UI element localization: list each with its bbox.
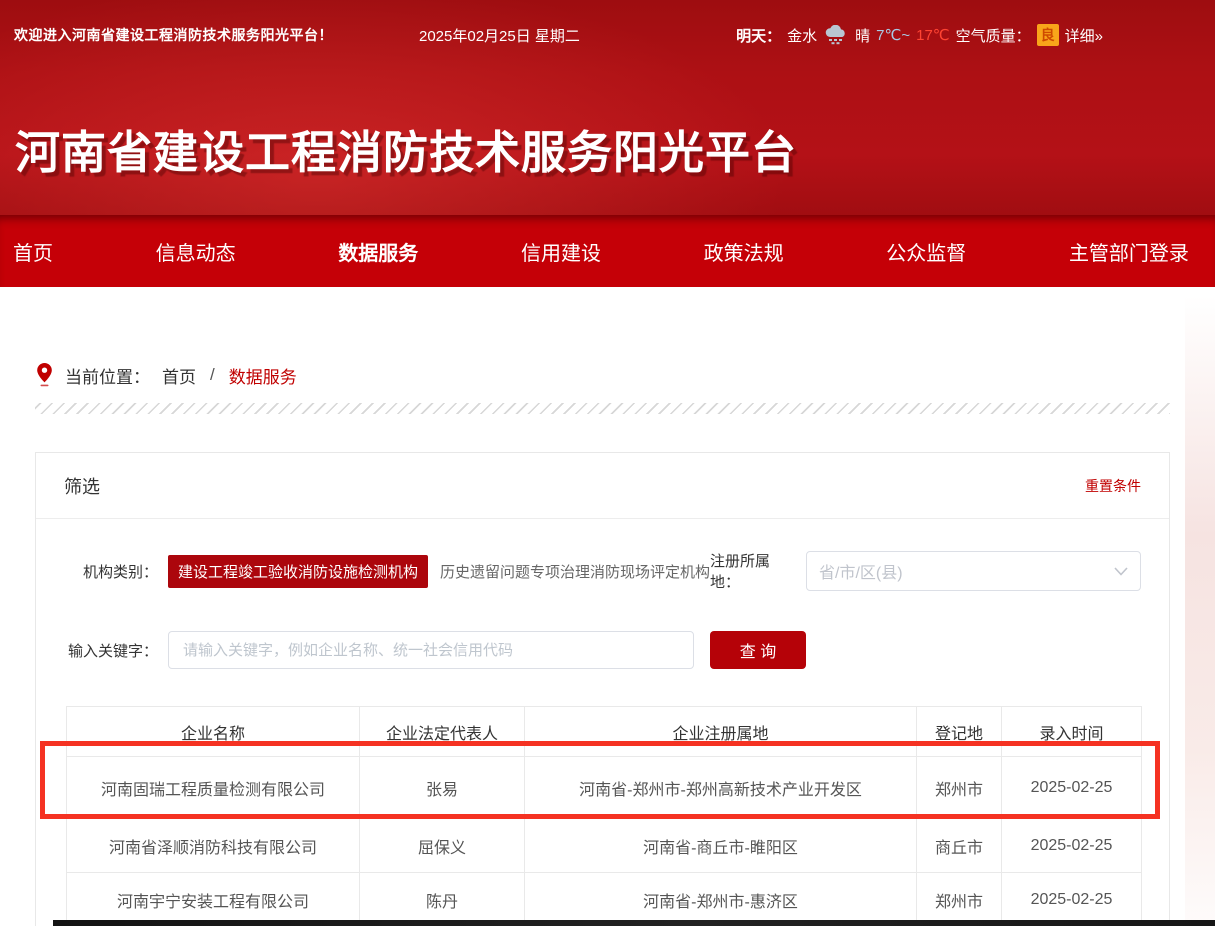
cell-legal-representative: 张易 [360, 757, 525, 819]
temp-low: 7℃~ [876, 26, 910, 44]
category-chip-selected[interactable]: 建设工程竣工验收消防设施检测机构 [168, 555, 428, 588]
nav-item-news[interactable]: 信息动态 [156, 237, 236, 266]
cell-registered-region: 河南省-郑州市-郑州高新技术产业开发区 [525, 757, 917, 819]
cell-entry-date: 2025-02-25 [1002, 819, 1142, 873]
page: 欢迎进入河南省建设工程消防技术服务阳光平台！ 2025年02月25日 星期二 明… [0, 0, 1215, 926]
weather-tomorrow-label: 明天： [736, 25, 781, 46]
date-text: 2025年02月25日 星期二 [419, 25, 580, 46]
aqi-label: 空气质量： [956, 25, 1031, 46]
table-header-row: 企业名称 企业法定代表人 企业注册属地 登记地 录入时间 [67, 707, 1142, 757]
header-banner: 欢迎进入河南省建设工程消防技术服务阳光平台！ 2025年02月25日 星期二 明… [0, 0, 1215, 215]
cell-registered-region: 河南省-商丘市-睢阳区 [525, 819, 917, 873]
breadcrumb-home-link[interactable]: 首页 [162, 363, 196, 388]
main-nav: 首页 信息动态 数据服务 信用建设 政策法规 公众监督 主管部门登录 [0, 215, 1215, 287]
cell-registration-place: 郑州市 [917, 757, 1002, 819]
cell-legal-representative: 陈丹 [360, 873, 525, 926]
filter-panel: 筛选 重置条件 机构类别： 建设工程竣工验收消防设施检测机构 历史遗留问题专项治… [35, 452, 1170, 926]
location-pin-icon [36, 362, 53, 388]
weather-widget: 明天： 金水 晴 7℃~ 17℃ 空气质量： 良 详 [736, 24, 1103, 46]
table-row: 河南宇宁安装工程有限公司 陈丹 河南省-郑州市-惠济区 郑州市 2025-02-… [67, 873, 1142, 926]
welcome-text: 欢迎进入河南省建设工程消防技术服务阳光平台！ [14, 25, 333, 45]
filter-title: 筛选 [64, 473, 100, 499]
cell-legal-representative: 屈保义 [360, 819, 525, 873]
cell-company-name: 河南固瑞工程质量检测有限公司 [67, 757, 360, 819]
nav-item-policy[interactable]: 政策法规 [704, 237, 784, 266]
nav-item-home[interactable]: 首页 [13, 237, 53, 266]
col-entry-date: 录入时间 [1002, 707, 1142, 757]
breadcrumb-separator: / [210, 365, 215, 385]
aqi-badge: 良 [1037, 24, 1059, 46]
keyword-filter-row: 输入关键字： 查 询 [36, 631, 1141, 669]
weather-condition: 晴 [855, 25, 870, 46]
site-title: 河南省建设工程消防技术服务阳光平台 [15, 116, 797, 181]
bottom-dark-strip [53, 920, 1215, 926]
cell-company-name: 河南宇宁安装工程有限公司 [67, 873, 360, 926]
cell-company-name: 河南省泽顺消防科技有限公司 [67, 819, 360, 873]
cloud-icon [823, 25, 849, 45]
nav-item-credit[interactable]: 信用建设 [521, 237, 601, 266]
region-select-placeholder: 省/市/区(县) [819, 559, 1114, 583]
temp-high: 17℃ [916, 26, 950, 44]
category-label: 机构类别： [36, 561, 158, 582]
chevron-down-icon [1114, 567, 1128, 576]
search-button[interactable]: 查 询 [710, 631, 806, 669]
filter-panel-header: 筛选 重置条件 [36, 453, 1169, 519]
weather-detail-link[interactable]: 详细» [1065, 25, 1103, 46]
cell-entry-date: 2025-02-25 [1002, 757, 1142, 819]
reset-filters-link[interactable]: 重置条件 [1085, 476, 1141, 496]
weather-district: 金水 [787, 25, 817, 46]
nav-item-public-supervision[interactable]: 公众监督 [886, 237, 966, 266]
category-chip-unselected[interactable]: 历史遗留问题专项治理消防现场评定机构 [440, 561, 710, 582]
col-legal-representative: 企业法定代表人 [360, 707, 525, 757]
category-filter-row: 机构类别： 建设工程竣工验收消防设施检测机构 历史遗留问题专项治理消防现场评定机… [36, 551, 1141, 591]
cell-registration-place: 商丘市 [917, 819, 1002, 873]
breadcrumb: 当前位置： 首页 / 数据服务 [36, 362, 297, 388]
company-table: 企业名称 企业法定代表人 企业注册属地 登记地 录入时间 河南固瑞工程质量检测有… [66, 706, 1142, 926]
col-company-name: 企业名称 [67, 707, 360, 757]
keyword-label: 输入关键字： [36, 640, 158, 661]
cell-registered-region: 河南省-郑州市-惠济区 [525, 873, 917, 926]
hatch-divider [35, 403, 1170, 414]
top-bar: 欢迎进入河南省建设工程消防技术服务阳光平台！ 2025年02月25日 星期二 明… [0, 0, 1215, 70]
breadcrumb-current[interactable]: 数据服务 [229, 363, 297, 388]
region-select[interactable]: 省/市/区(县) [806, 551, 1141, 591]
col-registration-place: 登记地 [917, 707, 1002, 757]
table-row: 河南省泽顺消防科技有限公司 屈保义 河南省-商丘市-睢阳区 商丘市 2025-0… [67, 819, 1142, 873]
table-row: 河南固瑞工程质量检测有限公司 张易 河南省-郑州市-郑州高新技术产业开发区 郑州… [67, 757, 1142, 819]
cell-registration-place: 郑州市 [917, 873, 1002, 926]
col-registered-region: 企业注册属地 [525, 707, 917, 757]
breadcrumb-label: 当前位置： [65, 363, 150, 388]
nav-item-data-service[interactable]: 数据服务 [338, 237, 418, 266]
right-edge-gradient [1185, 295, 1215, 926]
cell-entry-date: 2025-02-25 [1002, 873, 1142, 926]
nav-item-admin-login[interactable]: 主管部门登录 [1069, 237, 1189, 266]
region-label: 注册所属地： [710, 550, 796, 592]
keyword-input[interactable] [168, 631, 694, 669]
